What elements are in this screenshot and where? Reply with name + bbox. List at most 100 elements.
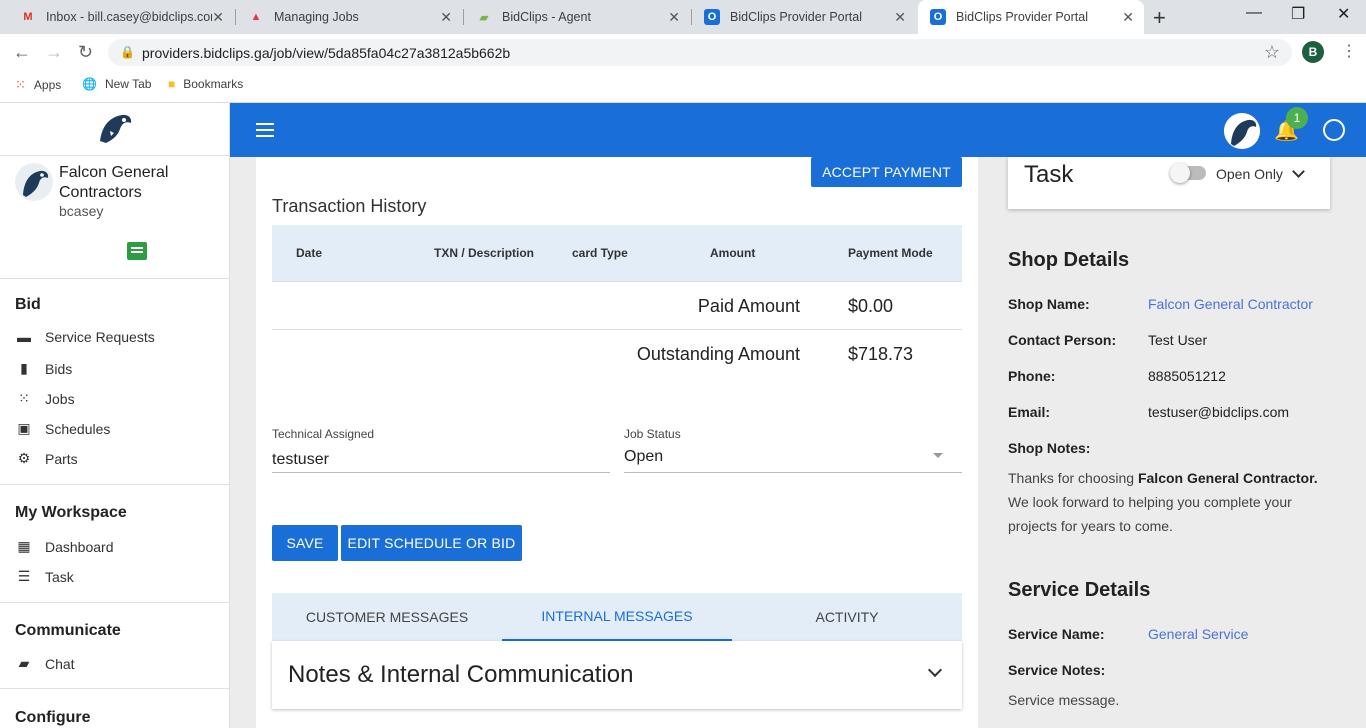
dashboard-icon: ▦	[17, 538, 31, 554]
sidebar-item-label: Service Requests	[45, 329, 155, 345]
close-tab-icon[interactable]: ✕	[668, 9, 680, 26]
shop-name-link[interactable]: Falcon General Contractor	[1148, 296, 1313, 312]
omnibox[interactable]: 🔒 providers.bidclips.ga/job/view/5da85fa…	[108, 39, 1292, 66]
notes-title: Notes & Internal Communication	[288, 661, 634, 688]
close-window-icon[interactable]: ✕	[1337, 4, 1350, 24]
section-configure: Configure	[15, 709, 91, 726]
gear-icon: ⚙	[17, 450, 31, 466]
sidebar-item-service-requests[interactable]: ▬ Service Requests	[15, 329, 155, 345]
tab-internal-messages[interactable]: INTERNAL MESSAGES	[502, 593, 732, 641]
gmail-icon: M	[23, 11, 33, 23]
sidebar-item-label: Task	[45, 568, 74, 585]
section-communicate: Communicate	[15, 622, 121, 639]
job-status-select[interactable]: Open	[624, 448, 663, 466]
header-logo-icon[interactable]	[1224, 113, 1260, 149]
forward-icon[interactable]: →	[45, 42, 63, 63]
service-notes-label: Service Notes:	[1008, 662, 1106, 678]
accept-payment-button[interactable]: ACCEPT PAYMENT	[811, 157, 962, 187]
company-name: Falcon General Contractors	[59, 164, 169, 201]
url-text[interactable]: providers.bidclips.ga/job/view/5da85fa04…	[142, 45, 510, 61]
service-name-label: Service Name:	[1008, 626, 1105, 642]
dropdown-arrow-icon[interactable]	[933, 453, 943, 458]
paid-amount-label: Paid Amount	[697, 296, 800, 316]
profile-avatar[interactable]: B	[1302, 41, 1324, 63]
message-icon[interactable]	[127, 242, 147, 260]
sidebar-item-label: Parts	[45, 450, 78, 467]
folder-icon: ■	[168, 77, 176, 91]
service-notes-text: Service message.	[1008, 692, 1120, 708]
close-tab-icon[interactable]: ✕	[440, 9, 452, 26]
edit-schedule-button[interactable]: EDIT SCHEDULE OR BID	[341, 525, 522, 561]
browser-tab-portal-1[interactable]: O BidClips Provider Portal ✕	[692, 0, 916, 34]
technical-assigned-field[interactable]: testuser	[272, 451, 329, 469]
sidebar-item-chat[interactable]: ▰ Chat	[15, 655, 75, 672]
shop-details-heading: Shop Details	[1008, 249, 1130, 271]
shop-notes-post: We look forward to helping you complete …	[1008, 494, 1292, 534]
section-my-workspace: My Workspace	[15, 504, 127, 521]
close-tab-icon[interactable]: ✕	[212, 9, 224, 26]
job-detail-card: ACCEPT PAYMENT Transaction History Date …	[256, 157, 978, 728]
bidclips-agent-icon: ▰	[479, 11, 489, 24]
chevron-down-icon[interactable]	[927, 662, 943, 678]
menu-kebab-icon[interactable]: ⋮	[1341, 41, 1357, 61]
column-header: TXN / Description	[434, 246, 535, 260]
browser-tab-managing-jobs[interactable]: ▲ Managing Jobs ✕	[236, 0, 462, 34]
service-name-link[interactable]: General Service	[1148, 626, 1248, 642]
back-icon[interactable]: ←	[13, 42, 31, 63]
bookmark-apps[interactable]: ⁙ Apps	[15, 77, 61, 93]
bookmark-label: Apps	[33, 78, 62, 92]
company-avatar	[15, 163, 53, 201]
sidebar-item-dashboard[interactable]: ▦ Dashboard	[15, 538, 113, 555]
right-column: Task Open Only Shop Details Shop Name: F…	[978, 157, 1366, 728]
bookmark-folder[interactable]: ■ Bookmarks	[168, 77, 243, 91]
service-requests-icon: ▬	[17, 329, 31, 345]
column-header: Date	[296, 246, 323, 260]
browser-tab-portal-active[interactable]: O BidClips Provider Portal ✕	[918, 0, 1144, 34]
browser-tab-gmail[interactable]: M Inbox - bill.casey@bidclips.com ✕	[8, 0, 234, 34]
sidebar-item-bids[interactable]: ▮ Bids	[15, 360, 72, 377]
section-bid: Bid	[15, 296, 41, 313]
bidclips-portal-icon: O	[930, 9, 946, 25]
bookmark-star-icon[interactable]: ☆	[1264, 42, 1280, 63]
globe-icon: 🌐	[82, 77, 97, 91]
tab-customer-messages[interactable]: CUSTOMER MESSAGES	[272, 593, 502, 641]
new-tab-icon[interactable]: +	[1153, 5, 1166, 31]
notes-panel[interactable]: Notes & Internal Communication	[272, 641, 962, 709]
job-status-label: Job Status	[624, 427, 681, 441]
bidclips-portal-icon: O	[704, 9, 720, 25]
lock-icon: 🔒	[120, 45, 135, 59]
save-button[interactable]: SAVE	[272, 525, 338, 561]
main-content: ACCEPT PAYMENT Transaction History Date …	[230, 157, 1366, 728]
sidebar-item-jobs[interactable]: ⁙ Jobs	[15, 390, 75, 407]
phone-value: 8885051212	[1148, 368, 1226, 384]
tab-title: Inbox - bill.casey@bidclips.com	[46, 10, 212, 24]
sidebar-item-schedules[interactable]: ▣ Schedules	[15, 420, 110, 437]
browser-tab-bidclips-agent[interactable]: ▰ BidClips - Agent ✕	[464, 0, 690, 34]
phone-label: Phone:	[1008, 368, 1056, 384]
sidebar-item-label: Jobs	[45, 390, 75, 407]
hamburger-menu-icon[interactable]	[256, 123, 274, 137]
sidebar-item-task[interactable]: ☰ Task	[15, 568, 74, 585]
sidebar-item-label: Schedules	[45, 420, 111, 437]
bookmarks-bar: ⁙ Apps 🌐 New Tab ■ Bookmarks	[0, 70, 1366, 103]
transaction-history-title: Transaction History	[272, 196, 427, 216]
tab-title: Managing Jobs	[274, 10, 359, 24]
close-tab-icon[interactable]: ✕	[894, 9, 906, 26]
minimize-icon[interactable]: —	[1246, 4, 1262, 22]
paid-amount-value: $0.00	[848, 296, 894, 316]
tab-activity[interactable]: ACTIVITY	[732, 593, 962, 641]
service-details-heading: Service Details	[1008, 579, 1151, 601]
column-header: card Type	[572, 246, 628, 260]
column-header: Amount	[710, 246, 756, 260]
bookmark-new-tab[interactable]: 🌐 New Tab	[82, 77, 151, 91]
managing-jobs-icon: ▲	[250, 11, 262, 23]
username: bcasey	[59, 203, 104, 219]
contact-person-value: Test User	[1148, 332, 1208, 348]
restore-icon[interactable]: ❐	[1291, 4, 1305, 24]
user-account-icon[interactable]	[1323, 119, 1345, 141]
sidebar-item-parts[interactable]: ⚙ Parts	[15, 450, 78, 467]
close-tab-icon[interactable]: ✕	[1122, 9, 1134, 26]
sidebar-item-label: Bids	[45, 360, 73, 377]
technical-assigned-label: Technical Assigned	[272, 427, 375, 441]
reload-icon[interactable]: ↻	[78, 42, 93, 63]
